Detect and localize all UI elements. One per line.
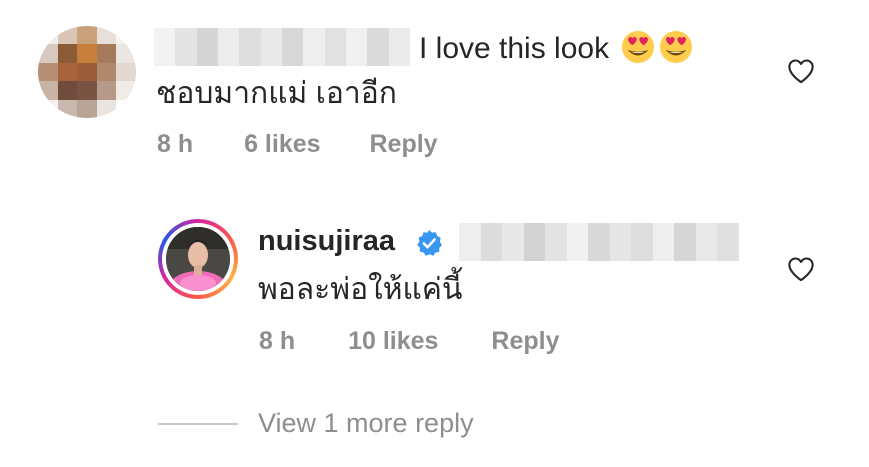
view-more-divider bbox=[158, 423, 238, 425]
reply-reply-button[interactable]: Reply bbox=[491, 327, 559, 355]
mentioned-username-blurred[interactable] bbox=[459, 223, 739, 261]
reply-text: พอละพ่อให้แค่นี้ bbox=[258, 273, 463, 306]
reply-timestamp[interactable]: 8 h bbox=[259, 327, 295, 355]
comment-timestamp[interactable]: 8 h bbox=[157, 130, 193, 158]
reply-meta: 8 h 10 likes Reply bbox=[259, 327, 559, 356]
comment-likes[interactable]: 6 likes bbox=[244, 130, 320, 158]
comment-text-line2: ชอบมากแม่ เอาอีก bbox=[156, 77, 397, 110]
comment-meta: 8 h 6 likes Reply bbox=[157, 130, 438, 159]
reply-avatar[interactable] bbox=[158, 219, 238, 299]
verified-badge-icon bbox=[417, 230, 442, 256]
comment-text-line1: I love this look bbox=[419, 32, 610, 65]
heart-outline-icon[interactable] bbox=[787, 58, 815, 84]
commenter-avatar[interactable] bbox=[38, 26, 136, 118]
heart-eyes-emoji bbox=[660, 30, 693, 64]
comment-text: I love this look bbox=[419, 30, 693, 67]
commenter-username-blurred[interactable] bbox=[154, 28, 410, 66]
view-more-replies-button[interactable]: View 1 more reply bbox=[258, 408, 474, 439]
heart-eyes-emoji bbox=[622, 30, 655, 64]
comment-reply-button[interactable]: Reply bbox=[369, 130, 437, 158]
reply-username[interactable]: nuisujiraa bbox=[258, 225, 395, 258]
heart-outline-icon[interactable] bbox=[787, 256, 815, 282]
reply-likes[interactable]: 10 likes bbox=[348, 327, 438, 355]
reply-avatar-photo bbox=[166, 227, 230, 291]
